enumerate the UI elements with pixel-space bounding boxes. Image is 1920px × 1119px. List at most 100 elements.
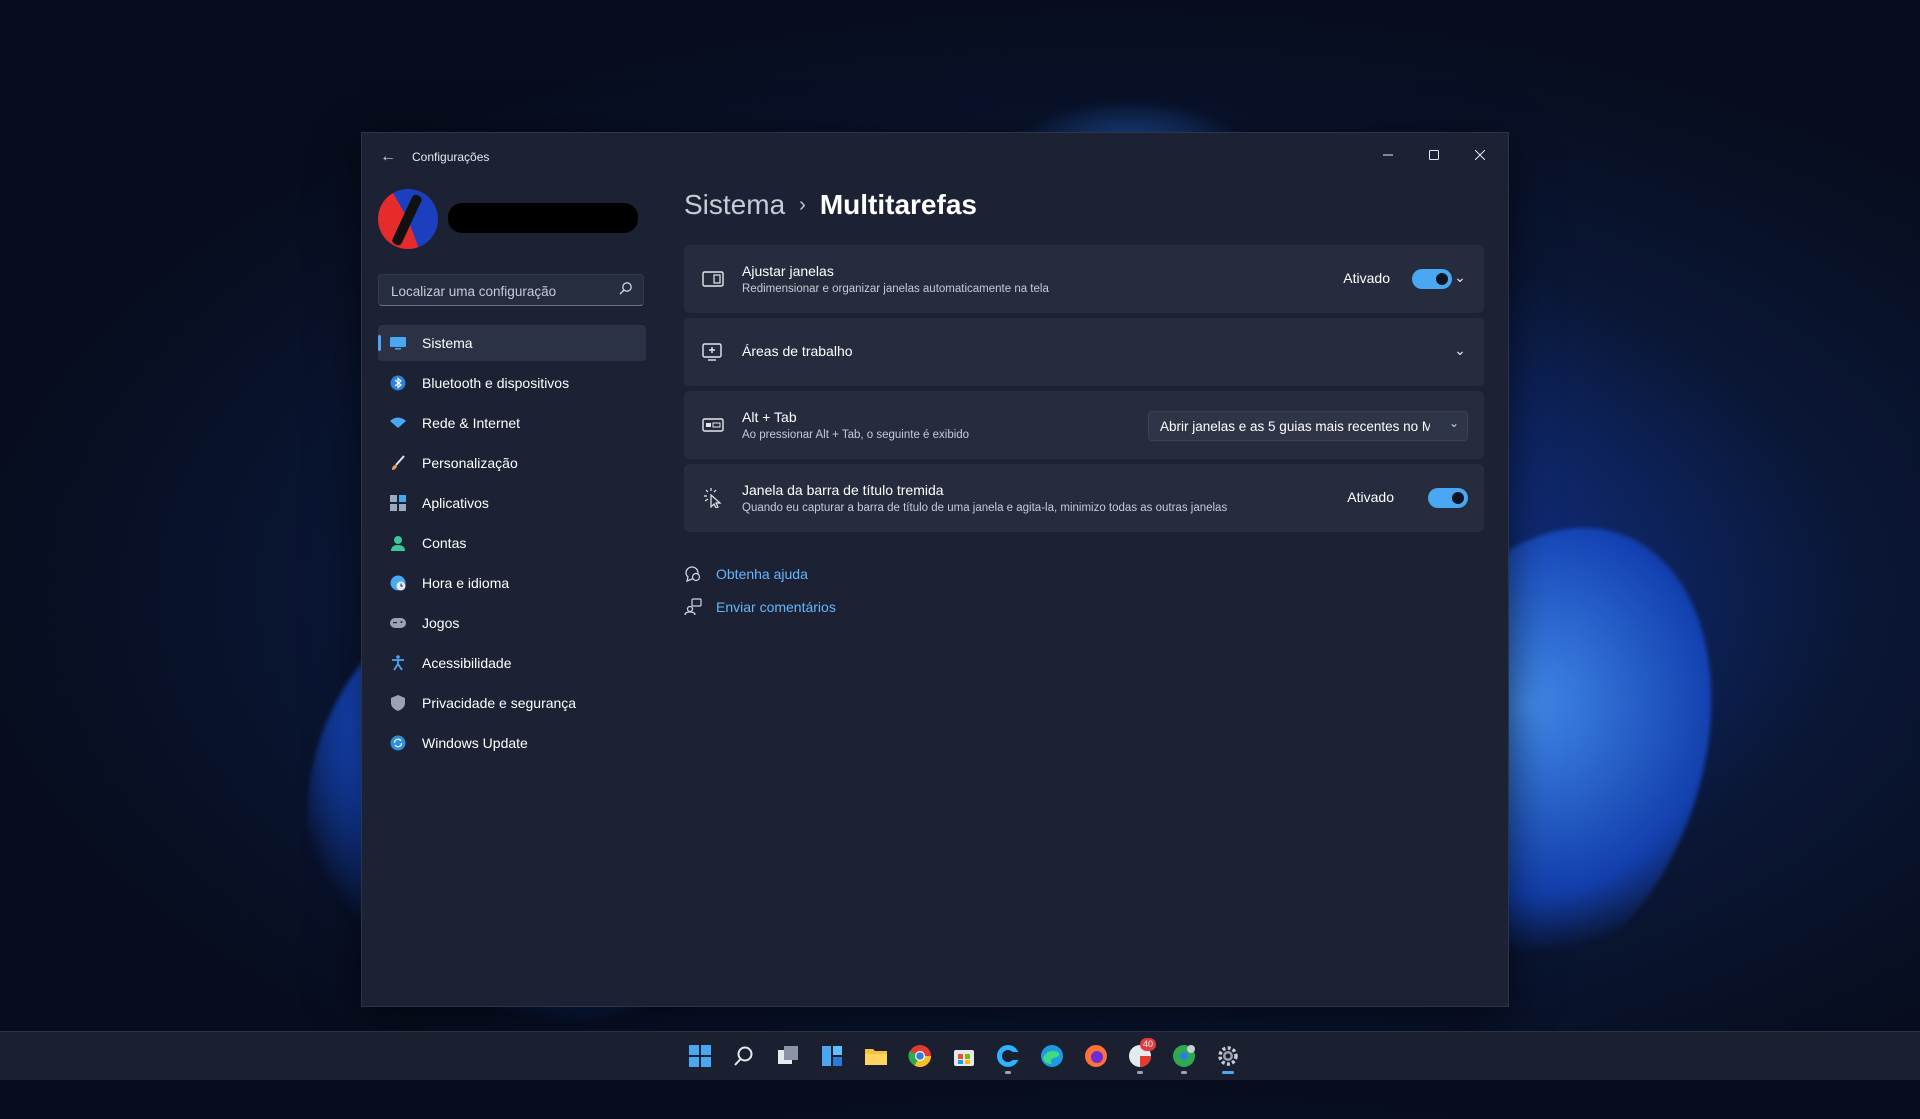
chrome-profile-button[interactable] bbox=[1162, 1038, 1206, 1074]
close-button[interactable] bbox=[1460, 141, 1500, 169]
shake-cursor-icon bbox=[704, 488, 722, 508]
help-link-row[interactable]: Obtenha ajuda bbox=[684, 563, 808, 585]
toggle-state-label: Ativado bbox=[1347, 489, 1394, 505]
maximize-button[interactable] bbox=[1414, 141, 1454, 169]
brush-icon bbox=[392, 455, 405, 470]
nav-label: Personalização bbox=[422, 455, 518, 471]
nav-label: Aplicativos bbox=[422, 495, 489, 511]
alt-tab-dropdown[interactable]: Abrir janelas e as 5 guias mais recentes… bbox=[1148, 411, 1468, 441]
close-icon bbox=[1474, 149, 1486, 161]
search-icon[interactable] bbox=[619, 281, 633, 295]
toggle-knob bbox=[1452, 492, 1464, 504]
card-snap-windows[interactable]: Ajustar janelas Redimensionar e organiza… bbox=[684, 245, 1484, 313]
firefox-button[interactable] bbox=[1074, 1038, 1118, 1074]
chrome-profile-icon bbox=[1173, 1045, 1195, 1067]
task-view-button[interactable] bbox=[766, 1038, 810, 1074]
toggle-knob bbox=[1436, 273, 1448, 285]
shake-toggle[interactable] bbox=[1428, 488, 1468, 508]
search-box[interactable] bbox=[378, 274, 644, 306]
nav-item-privacidade[interactable]: Privacidade e segurança bbox=[378, 685, 646, 721]
wifi-icon bbox=[390, 417, 406, 428]
nav-item-jogos[interactable]: Jogos bbox=[378, 605, 646, 641]
system-icon bbox=[390, 337, 406, 350]
back-arrow-icon[interactable]: ← bbox=[378, 147, 398, 167]
nav-item-personalizacao[interactable]: Personalização bbox=[378, 445, 646, 481]
toggle-state-label: Ativado bbox=[1343, 270, 1390, 286]
notification-app-button[interactable]: 40 bbox=[1118, 1038, 1162, 1074]
card-title: Áreas de trabalho bbox=[742, 343, 853, 359]
gamepad-icon bbox=[390, 618, 406, 628]
settings-icon bbox=[1218, 1046, 1238, 1066]
nav-item-aplicativos[interactable]: Aplicativos bbox=[378, 485, 646, 521]
nav-label: Contas bbox=[422, 535, 467, 551]
nav-label: Rede & Internet bbox=[422, 415, 521, 431]
taskbar-search-button[interactable] bbox=[722, 1038, 766, 1074]
card-desktops[interactable]: Áreas de trabalho ⌄ bbox=[684, 318, 1484, 386]
shield-icon bbox=[391, 695, 405, 711]
nav-item-bluetooth[interactable]: Bluetooth e dispositivos bbox=[378, 365, 646, 401]
breadcrumb: Sistema › Multitarefas bbox=[684, 189, 977, 221]
user-name-redacted bbox=[448, 203, 638, 233]
minimize-icon bbox=[1383, 154, 1393, 156]
snap-toggle[interactable] bbox=[1412, 269, 1452, 289]
nav-item-contas[interactable]: Contas bbox=[378, 525, 646, 561]
search-input[interactable] bbox=[389, 281, 613, 301]
alt-tab-icon bbox=[702, 418, 724, 432]
account-icon bbox=[391, 536, 405, 551]
nav-item-sistema[interactable]: Sistema bbox=[378, 325, 646, 361]
start-icon bbox=[689, 1045, 711, 1067]
apps-icon bbox=[390, 495, 406, 511]
search-icon bbox=[734, 1046, 753, 1066]
nav-label: Bluetooth e dispositivos bbox=[422, 375, 570, 391]
file-explorer-button[interactable] bbox=[854, 1038, 898, 1074]
chevron-down-icon[interactable]: ⌄ bbox=[1450, 267, 1470, 287]
feedback-link[interactable]: Enviar comentários bbox=[716, 599, 836, 615]
nav-item-windows-update[interactable]: Windows Update bbox=[378, 725, 646, 761]
file-explorer-icon bbox=[865, 1049, 887, 1065]
breadcrumb-parent[interactable]: Sistema bbox=[684, 189, 785, 220]
chevron-down-icon[interactable]: ⌄ bbox=[1450, 340, 1470, 360]
taskbar-icons: 40 bbox=[678, 1038, 1250, 1074]
settings-taskbar-button[interactable] bbox=[1206, 1038, 1250, 1074]
cortana-button[interactable] bbox=[986, 1038, 1030, 1074]
nav-label: Sistema bbox=[422, 335, 473, 351]
nav-label: Privacidade e segurança bbox=[422, 695, 577, 711]
store-button[interactable] bbox=[942, 1038, 986, 1074]
globe-clock-icon bbox=[390, 575, 406, 591]
card-title: Janela da barra de título tremida bbox=[742, 482, 944, 498]
nav-item-acessibilidade[interactable]: Acessibilidade bbox=[378, 645, 646, 681]
nav-label: Acessibilidade bbox=[422, 655, 512, 671]
widgets-icon bbox=[822, 1046, 842, 1066]
card-title: Alt + Tab bbox=[742, 409, 797, 425]
chevron-down-icon: ⌄ bbox=[1448, 416, 1459, 430]
accessibility-icon bbox=[392, 655, 404, 671]
chrome-button[interactable] bbox=[898, 1038, 942, 1074]
title-bar: ← Configurações bbox=[362, 133, 1508, 181]
minimize-button[interactable] bbox=[1368, 141, 1408, 169]
firefox-icon bbox=[1085, 1045, 1107, 1067]
edge-button[interactable] bbox=[1030, 1038, 1074, 1074]
avatar[interactable] bbox=[378, 189, 438, 249]
nav-label: Windows Update bbox=[422, 735, 528, 751]
taskbar: 40 bbox=[0, 1031, 1920, 1080]
store-icon bbox=[954, 1050, 974, 1066]
card-alt-tab: Alt + Tab Ao pressionar Alt + Tab, o seg… bbox=[684, 391, 1484, 459]
edge-icon bbox=[1041, 1045, 1063, 1067]
start-button[interactable] bbox=[678, 1038, 722, 1074]
nav-item-rede[interactable]: Rede & Internet bbox=[378, 405, 646, 441]
card-subtitle: Quando eu capturar a barra de título de … bbox=[742, 502, 1228, 514]
nav-label: Jogos bbox=[422, 615, 460, 631]
settings-window: ← Configurações Sistema Bluetooth e disp… bbox=[361, 132, 1509, 1007]
widgets-button[interactable] bbox=[810, 1038, 854, 1074]
app-title: Configurações bbox=[412, 150, 490, 164]
card-subtitle: Ao pressionar Alt + Tab, o seguinte é ex… bbox=[742, 429, 970, 441]
page-title: Multitarefas bbox=[819, 189, 977, 220]
nav-item-hora[interactable]: Hora e idioma bbox=[378, 565, 646, 601]
snap-layout-icon bbox=[702, 271, 724, 287]
feedback-icon bbox=[684, 598, 702, 616]
nav-list: Sistema Bluetooth e dispositivos Rede & … bbox=[378, 325, 646, 765]
help-link[interactable]: Obtenha ajuda bbox=[716, 566, 808, 582]
feedback-link-row[interactable]: Enviar comentários bbox=[684, 596, 836, 618]
card-subtitle: Redimensionar e organizar janelas automa… bbox=[742, 283, 1049, 295]
card-title-bar-shake[interactable]: Janela da barra de título tremida Quando… bbox=[684, 464, 1484, 532]
